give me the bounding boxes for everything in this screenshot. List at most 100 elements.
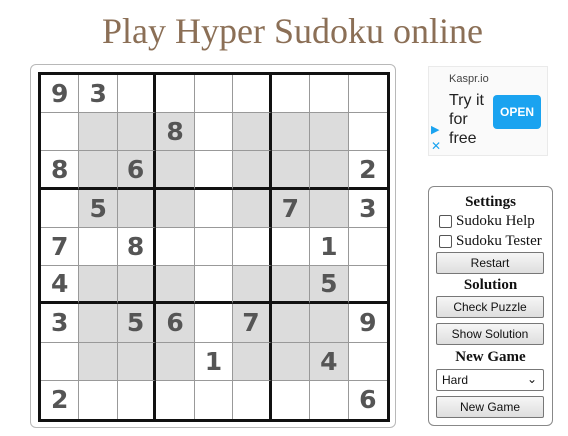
sudoku-cell[interactable] <box>233 113 272 152</box>
sudoku-cell[interactable]: 3 <box>348 189 387 228</box>
play-triangle-icon[interactable]: ▶ <box>431 123 439 136</box>
ad-banner[interactable]: Kaspr.io Try it for free OPEN ▶ ✕ <box>428 66 548 156</box>
sudoku-help-option[interactable]: Sudoku Help <box>439 213 535 230</box>
sudoku-cell[interactable] <box>348 227 387 267</box>
sudoku-cell[interactable]: 5 <box>79 189 118 228</box>
sudoku-cell[interactable] <box>271 304 311 343</box>
sudoku-cell[interactable] <box>271 342 311 381</box>
sudoku-cell[interactable]: 8 <box>117 227 157 267</box>
sudoku-cell[interactable]: 2 <box>41 380 80 419</box>
sudoku-cell[interactable] <box>194 189 234 228</box>
sudoku-cell[interactable] <box>271 266 311 305</box>
sudoku-cell[interactable] <box>41 342 80 381</box>
sudoku-cell[interactable]: 1 <box>194 342 234 381</box>
sudoku-cell[interactable] <box>233 266 272 305</box>
sudoku-cell[interactable] <box>233 151 272 190</box>
sudoku-tester-checkbox[interactable] <box>439 235 452 248</box>
sudoku-cell[interactable] <box>117 113 157 152</box>
sudoku-cell[interactable] <box>310 75 349 114</box>
sudoku-cell[interactable] <box>79 151 118 190</box>
sudoku-cell[interactable]: 5 <box>310 266 349 305</box>
sudoku-cell[interactable] <box>156 227 195 267</box>
sudoku-cell[interactable] <box>271 380 311 419</box>
sudoku-cell[interactable]: 6 <box>156 304 195 343</box>
sudoku-cell[interactable] <box>348 342 387 381</box>
sudoku-cell[interactable] <box>79 266 118 305</box>
sudoku-cell[interactable]: 7 <box>233 304 272 343</box>
sudoku-tester-option[interactable]: Sudoku Tester <box>439 233 542 250</box>
sudoku-cell[interactable] <box>117 342 157 381</box>
ad-text: Try it for free <box>449 92 484 147</box>
sudoku-cell[interactable]: 3 <box>41 304 80 343</box>
sudoku-cell[interactable] <box>348 113 387 152</box>
sudoku-cell[interactable]: 5 <box>117 304 157 343</box>
sudoku-cell[interactable] <box>348 266 387 305</box>
sudoku-cell[interactable]: 7 <box>271 189 311 228</box>
sudoku-cell[interactable] <box>117 75 157 114</box>
sudoku-cell[interactable] <box>194 380 234 419</box>
page-title: Play Hyper Sudoku online <box>102 11 483 51</box>
sudoku-cell[interactable] <box>310 113 349 152</box>
sudoku-cell[interactable] <box>41 189 80 228</box>
check-puzzle-button[interactable]: Check Puzzle <box>436 296 544 318</box>
sudoku-cell[interactable] <box>156 380 195 419</box>
sudoku-cell[interactable] <box>79 380 118 419</box>
sudoku-tester-label: Sudoku Tester <box>456 233 542 249</box>
sudoku-cell[interactable]: 6 <box>348 380 387 419</box>
solution-heading: Solution <box>463 277 518 293</box>
sudoku-cell[interactable] <box>194 151 234 190</box>
sudoku-cell[interactable] <box>156 189 195 228</box>
sudoku-cell[interactable]: 2 <box>348 151 387 190</box>
sudoku-cell[interactable]: 8 <box>156 113 195 152</box>
sudoku-cell[interactable] <box>233 75 272 114</box>
sudoku-cell[interactable] <box>348 75 387 114</box>
close-icon[interactable]: ✕ <box>431 139 441 153</box>
sudoku-cell[interactable] <box>79 342 118 381</box>
sudoku-cell[interactable] <box>156 266 195 305</box>
difficulty-select[interactable]: Hard ⌄ <box>436 369 544 391</box>
sudoku-cell[interactable] <box>117 380 157 419</box>
sudoku-cell[interactable] <box>310 151 349 190</box>
sudoku-cell[interactable]: 7 <box>41 227 80 267</box>
sudoku-cell[interactable]: 3 <box>79 75 118 114</box>
sudoku-cell[interactable]: 9 <box>41 75 80 114</box>
sudoku-cell[interactable] <box>156 342 195 381</box>
sudoku-cell[interactable] <box>310 304 349 343</box>
sudoku-cell[interactable]: 1 <box>310 227 349 267</box>
sudoku-cell[interactable] <box>310 380 349 419</box>
show-solution-button[interactable]: Show Solution <box>436 323 544 345</box>
sudoku-cell[interactable]: 6 <box>117 151 157 190</box>
sudoku-cell[interactable]: 4 <box>310 342 349 381</box>
sudoku-cell[interactable] <box>233 227 272 267</box>
sudoku-cell[interactable] <box>117 189 157 228</box>
settings-panel: Settings Sudoku Help Sudoku Tester Resta… <box>428 186 553 426</box>
sudoku-cell[interactable]: 4 <box>41 266 80 305</box>
sudoku-cell[interactable] <box>271 113 311 152</box>
sudoku-cell[interactable] <box>271 227 311 267</box>
sudoku-cell[interactable] <box>156 151 195 190</box>
difficulty-value: Hard <box>442 373 469 387</box>
sudoku-cell[interactable] <box>233 189 272 228</box>
sudoku-cell[interactable] <box>79 113 118 152</box>
sudoku-cell[interactable] <box>310 189 349 228</box>
sudoku-cell[interactable]: 8 <box>41 151 80 190</box>
sudoku-cell[interactable] <box>79 227 118 267</box>
sudoku-cell[interactable]: 9 <box>348 304 387 343</box>
sudoku-cell[interactable] <box>233 342 272 381</box>
sudoku-cell[interactable] <box>271 75 311 114</box>
sudoku-cell[interactable] <box>156 75 195 114</box>
sudoku-cell[interactable] <box>41 113 80 152</box>
ad-open-button[interactable]: OPEN <box>493 95 541 129</box>
sudoku-cell[interactable] <box>194 75 234 114</box>
sudoku-cell[interactable] <box>233 380 272 419</box>
sudoku-cell[interactable] <box>271 151 311 190</box>
new-game-button[interactable]: New Game <box>436 396 544 418</box>
sudoku-cell[interactable] <box>194 304 234 343</box>
restart-button[interactable]: Restart <box>436 252 544 274</box>
sudoku-help-checkbox[interactable] <box>439 215 452 228</box>
sudoku-cell[interactable] <box>194 113 234 152</box>
sudoku-cell[interactable] <box>117 266 157 305</box>
sudoku-cell[interactable] <box>79 304 118 343</box>
sudoku-cell[interactable] <box>194 227 234 267</box>
sudoku-cell[interactable] <box>194 266 234 305</box>
